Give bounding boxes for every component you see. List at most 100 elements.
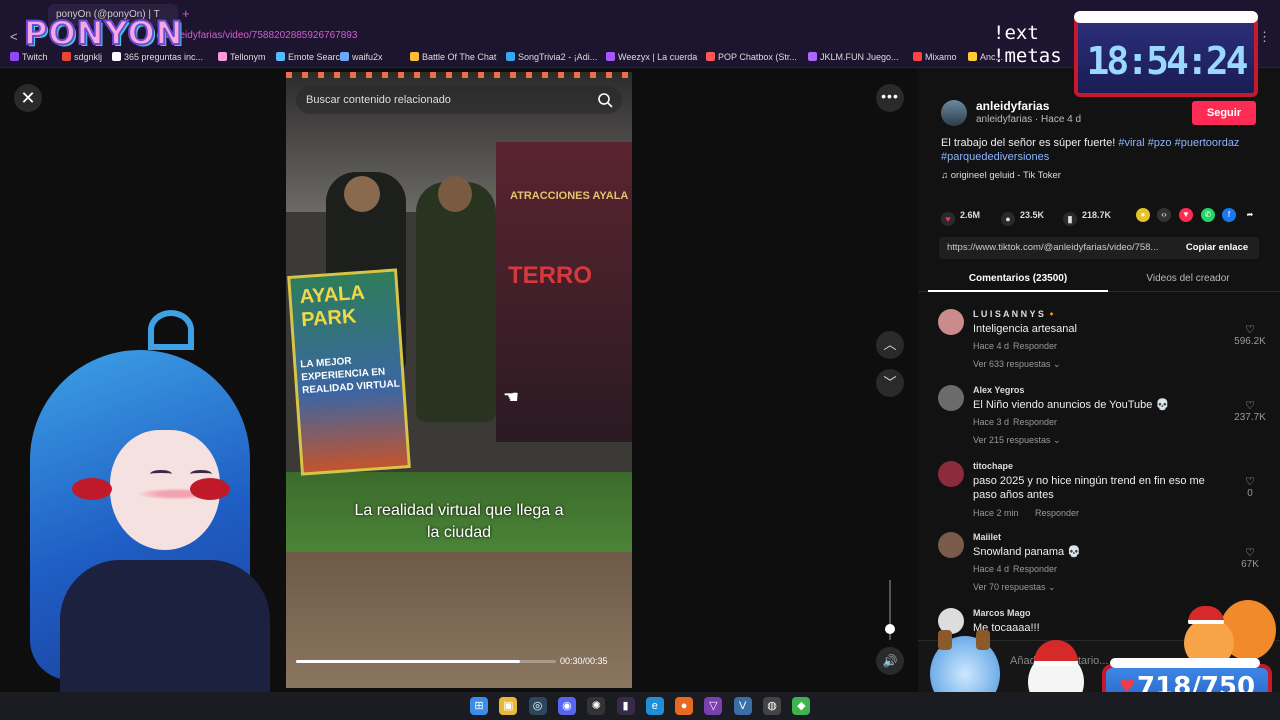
bookmark-item[interactable]: sdgnklj (62, 52, 102, 62)
bookmark-label: Tellonym (230, 52, 266, 62)
commenter-name[interactable]: titochape (973, 461, 1013, 471)
bookmark-item[interactable]: Twitch (10, 52, 48, 62)
copy-link-button[interactable]: Copiar enlace (1175, 237, 1259, 259)
embed-icon[interactable]: ‹› (1157, 208, 1171, 222)
command-text: !metas (993, 45, 1062, 67)
comment-time: Hace 4 d (973, 341, 1010, 351)
bookmark-item[interactable]: Battle Of The Chat (410, 52, 496, 62)
author-avatar[interactable] (941, 100, 967, 126)
share-arrow-icon[interactable]: ➦ (1243, 208, 1257, 222)
more-options-icon[interactable]: ••• (876, 84, 904, 112)
bookmark-favicon-icon (968, 52, 977, 61)
chatgpt-icon[interactable]: ✺ (587, 697, 606, 715)
bookmark-item[interactable]: Weezyx | La cuerda (606, 52, 697, 62)
bookmark-label: Twitch (22, 52, 48, 62)
bookmark-favicon-icon (808, 52, 817, 61)
comment-like[interactable]: ♡ 0 (1232, 475, 1268, 499)
windows-start-icon[interactable]: ⊞ (470, 697, 488, 715)
bookmark-favicon-icon (340, 52, 349, 61)
whatsapp-icon[interactable]: ✆ (1201, 208, 1215, 222)
related-search-input[interactable] (306, 86, 586, 114)
commenter-name[interactable]: Marcos Mago (973, 608, 1031, 618)
view-replies-button[interactable]: Ver 215 respuestas ⌄ (973, 435, 1061, 446)
tab-creator-videos[interactable]: Videos del creador (1098, 268, 1278, 292)
bookmark-favicon-icon (913, 52, 922, 61)
music-link[interactable]: ♫ origineel geluid - Tik Toker (941, 170, 1061, 181)
bookmark-item[interactable]: 365 preguntas inc... (112, 52, 203, 62)
commenter-name[interactable]: Alex Yegros (973, 385, 1024, 395)
hashtag-link[interactable]: #pzo (1148, 137, 1172, 149)
follow-button[interactable]: Seguir (1192, 101, 1256, 125)
github-icon[interactable]: ◍ (763, 697, 781, 715)
comment-text: paso 2025 y no hice ningún trend en fin … (973, 475, 1205, 501)
antler (938, 630, 952, 650)
back-icon[interactable]: < (10, 29, 18, 44)
close-icon[interactable]: ✕ (14, 84, 42, 112)
obs-icon[interactable]: ▮ (616, 697, 635, 715)
volume-slider[interactable] (885, 580, 895, 640)
view-replies-button[interactable]: Ver 70 respuestas ⌄ (973, 582, 1056, 593)
commenter-avatar[interactable] (938, 309, 964, 335)
commenter-avatar[interactable] (938, 385, 964, 411)
comment-like[interactable]: ♡ 67K (1232, 546, 1268, 570)
heart-outline-icon: ♡ (1245, 324, 1255, 336)
browser-menu-icon[interactable]: ⋮ (1258, 29, 1271, 45)
hashtag-link[interactable]: #puertoordaz (1175, 137, 1240, 149)
bookmark-item[interactable]: Emote Search (276, 52, 345, 62)
coin-icon[interactable]: ● (1136, 208, 1150, 222)
comment-like-count: 596.2K (1234, 336, 1266, 347)
steam-icon[interactable]: ◎ (528, 697, 547, 715)
bookmark-label: Mixamo (925, 52, 957, 62)
bookmark-item[interactable]: SongTrivia2 - ¡Adi... (506, 52, 597, 62)
video-player[interactable]: ATRACCIONES AYALA TERRO AYALA PARK LA ME… (286, 72, 632, 688)
reply-button[interactable]: Responder (1013, 341, 1057, 351)
comment-like[interactable]: ♡ 596.2K (1232, 323, 1268, 347)
volume-icon[interactable]: 🔊 (876, 647, 904, 675)
volume-knob[interactable] (885, 623, 895, 634)
bookmark-item[interactable]: JKLM.FUN Juego... (808, 52, 899, 62)
author-name[interactable]: anleidyfarias (976, 99, 1049, 113)
file-explorer-icon[interactable]: ▣ (499, 697, 518, 715)
video-person-head (344, 176, 380, 212)
facebook-icon[interactable]: f (1222, 208, 1236, 222)
poster-subtitle: LA MEJOR EXPERIENCIA EN REALIDAD VIRTUAL (300, 355, 401, 397)
view-replies-button[interactable]: Ver 633 respuestas ⌄ (973, 359, 1061, 370)
hashtag-link[interactable]: #parquedediversiones (941, 151, 1049, 163)
next-video-icon[interactable]: ﹀ (876, 369, 904, 397)
url-field[interactable]: @anleidyfarias/video/7588202885926767893 (156, 30, 357, 41)
previous-video-icon[interactable]: ︿ (876, 331, 904, 359)
like-stat[interactable]: ♥ 2.6M (941, 207, 980, 226)
edge-icon[interactable]: e (645, 697, 664, 715)
vtube-icon[interactable]: ▽ (704, 697, 723, 715)
comment-text: Snowland panama 💀 (973, 546, 1081, 558)
commenter-name[interactable]: Maiilet (973, 532, 1001, 542)
panel-tabs: Comentarios (23500) Videos del creador (918, 268, 1280, 292)
bookmark-item[interactable]: Tellonym (218, 52, 266, 62)
tab-comments[interactable]: Comentarios (23500) (928, 268, 1108, 292)
app-icon[interactable]: ◆ (792, 697, 811, 715)
vtuber-bow (190, 478, 230, 500)
commenter-avatar[interactable] (938, 461, 964, 487)
video-link[interactable]: https://www.tiktok.com/@anleidyfarias/vi… (947, 242, 1177, 253)
comment-text: Inteligencia artesanal (973, 323, 1077, 335)
comment-stat[interactable]: ● 23.5K (1001, 207, 1044, 226)
discord-icon[interactable]: ◉ (557, 697, 576, 715)
repost-icon[interactable]: ▼ (1179, 208, 1193, 222)
commenter-avatar[interactable] (938, 532, 964, 558)
comment-like[interactable]: ♡ 237.7K (1232, 399, 1268, 423)
bookmark-item[interactable]: Mixamo (913, 52, 957, 62)
reply-button[interactable]: Responder (1035, 508, 1079, 518)
bookmark-item[interactable]: POP Chatbox (Str... (706, 52, 797, 62)
poster-title: AYALA PARK (298, 281, 365, 332)
reply-button[interactable]: Responder (1013, 417, 1057, 427)
hashtag-link[interactable]: #viral (1118, 137, 1144, 149)
save-stat[interactable]: ▮ 218.7K (1063, 207, 1111, 226)
reply-button[interactable]: Responder (1013, 564, 1057, 574)
video-progress-bar[interactable] (296, 660, 556, 663)
commenter-name[interactable]: L U I S A N N Y S 🔸 (973, 309, 1058, 320)
bookmark-item[interactable]: waifu2x (340, 52, 383, 62)
bookmark-label: SongTrivia2 - ¡Adi... (518, 52, 598, 62)
firefox-icon[interactable]: ● (675, 697, 694, 715)
search-icon[interactable] (596, 91, 614, 109)
vscode-icon[interactable]: V (733, 697, 752, 715)
